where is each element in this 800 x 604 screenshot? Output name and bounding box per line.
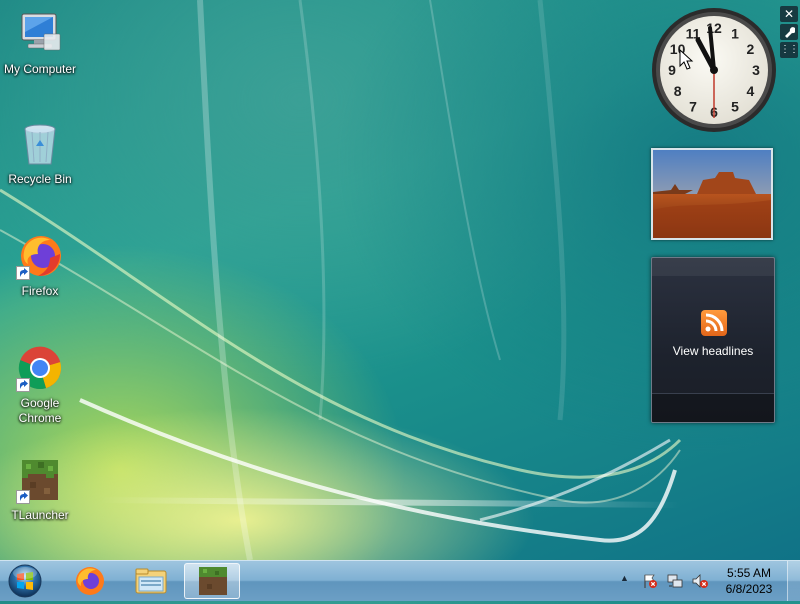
- clock-numeral: 8: [674, 83, 682, 99]
- clock-numeral: 9: [668, 62, 676, 78]
- gadget-controls: ✕ ⋮⋮: [780, 6, 799, 60]
- taskbar-explorer[interactable]: [123, 563, 179, 599]
- view-headlines-link[interactable]: View headlines: [652, 344, 774, 358]
- tlauncher-icon: [199, 567, 227, 595]
- rss-icon: [701, 310, 727, 336]
- clock-time: 5:55 AM: [726, 566, 772, 580]
- clock-numeral: 2: [747, 41, 755, 57]
- taskbar: ▲ 5:55 AM 6/8/2023: [0, 560, 800, 601]
- desktop-icon-google-chrome[interactable]: Google Chrome: [0, 344, 80, 426]
- shortcut-arrow-icon: [16, 266, 30, 280]
- shortcut-arrow-icon: [16, 378, 30, 392]
- desktop-icon-firefox[interactable]: Firefox: [0, 232, 80, 298]
- chrome-icon: [16, 344, 64, 392]
- network-icon[interactable]: [667, 573, 683, 589]
- clock-date: 6/8/2023: [725, 582, 773, 596]
- clock-numeral: 3: [752, 62, 760, 78]
- feed-headlines-gadget[interactable]: View headlines: [651, 257, 775, 423]
- clock-numeral: 5: [731, 98, 739, 114]
- firefox-icon: [16, 232, 64, 280]
- show-hidden-icons-button[interactable]: ▲: [620, 573, 629, 583]
- desktop-icon-label: Google Chrome: [18, 396, 62, 425]
- start-button[interactable]: [6, 563, 44, 599]
- desktop-icon-recycle-bin[interactable]: Recycle Bin: [0, 120, 80, 186]
- clock-gadget[interactable]: 121234567891011: [650, 6, 778, 134]
- show-desktop-button[interactable]: [787, 561, 800, 601]
- desktop-icon-label: My Computer: [3, 62, 77, 76]
- clock-numeral: 4: [747, 83, 755, 99]
- close-icon[interactable]: ✕: [780, 6, 798, 22]
- action-center-flag-icon[interactable]: [642, 573, 658, 589]
- shortcut-arrow-icon: [16, 490, 30, 504]
- monument-valley-photo: [653, 150, 771, 238]
- slideshow-gadget[interactable]: [651, 148, 773, 240]
- firefox-icon: [76, 567, 104, 595]
- drag-handle-icon[interactable]: ⋮⋮: [780, 42, 799, 58]
- clock-numeral: 7: [689, 98, 697, 114]
- computer-icon: [16, 10, 64, 58]
- desktop-icon-tlauncher[interactable]: TLauncher: [0, 456, 80, 522]
- volume-muted-icon[interactable]: [692, 573, 708, 589]
- taskbar-tlauncher[interactable]: [184, 563, 240, 599]
- wrench-icon[interactable]: [780, 24, 798, 40]
- desktop-icon-label: Recycle Bin: [8, 172, 72, 186]
- clock-numeral: 1: [731, 26, 739, 42]
- recycle-bin-icon: [16, 120, 64, 168]
- system-clock[interactable]: 5:55 AM 6/8/2023: [712, 565, 786, 597]
- desktop-icon-label: TLauncher: [11, 508, 69, 522]
- tlauncher-icon: [16, 456, 64, 504]
- desktop-icon-my-computer[interactable]: My Computer: [0, 10, 80, 76]
- desktop-icon-label: Firefox: [21, 284, 59, 298]
- explorer-icon: [135, 568, 167, 594]
- taskbar-firefox[interactable]: [62, 563, 118, 599]
